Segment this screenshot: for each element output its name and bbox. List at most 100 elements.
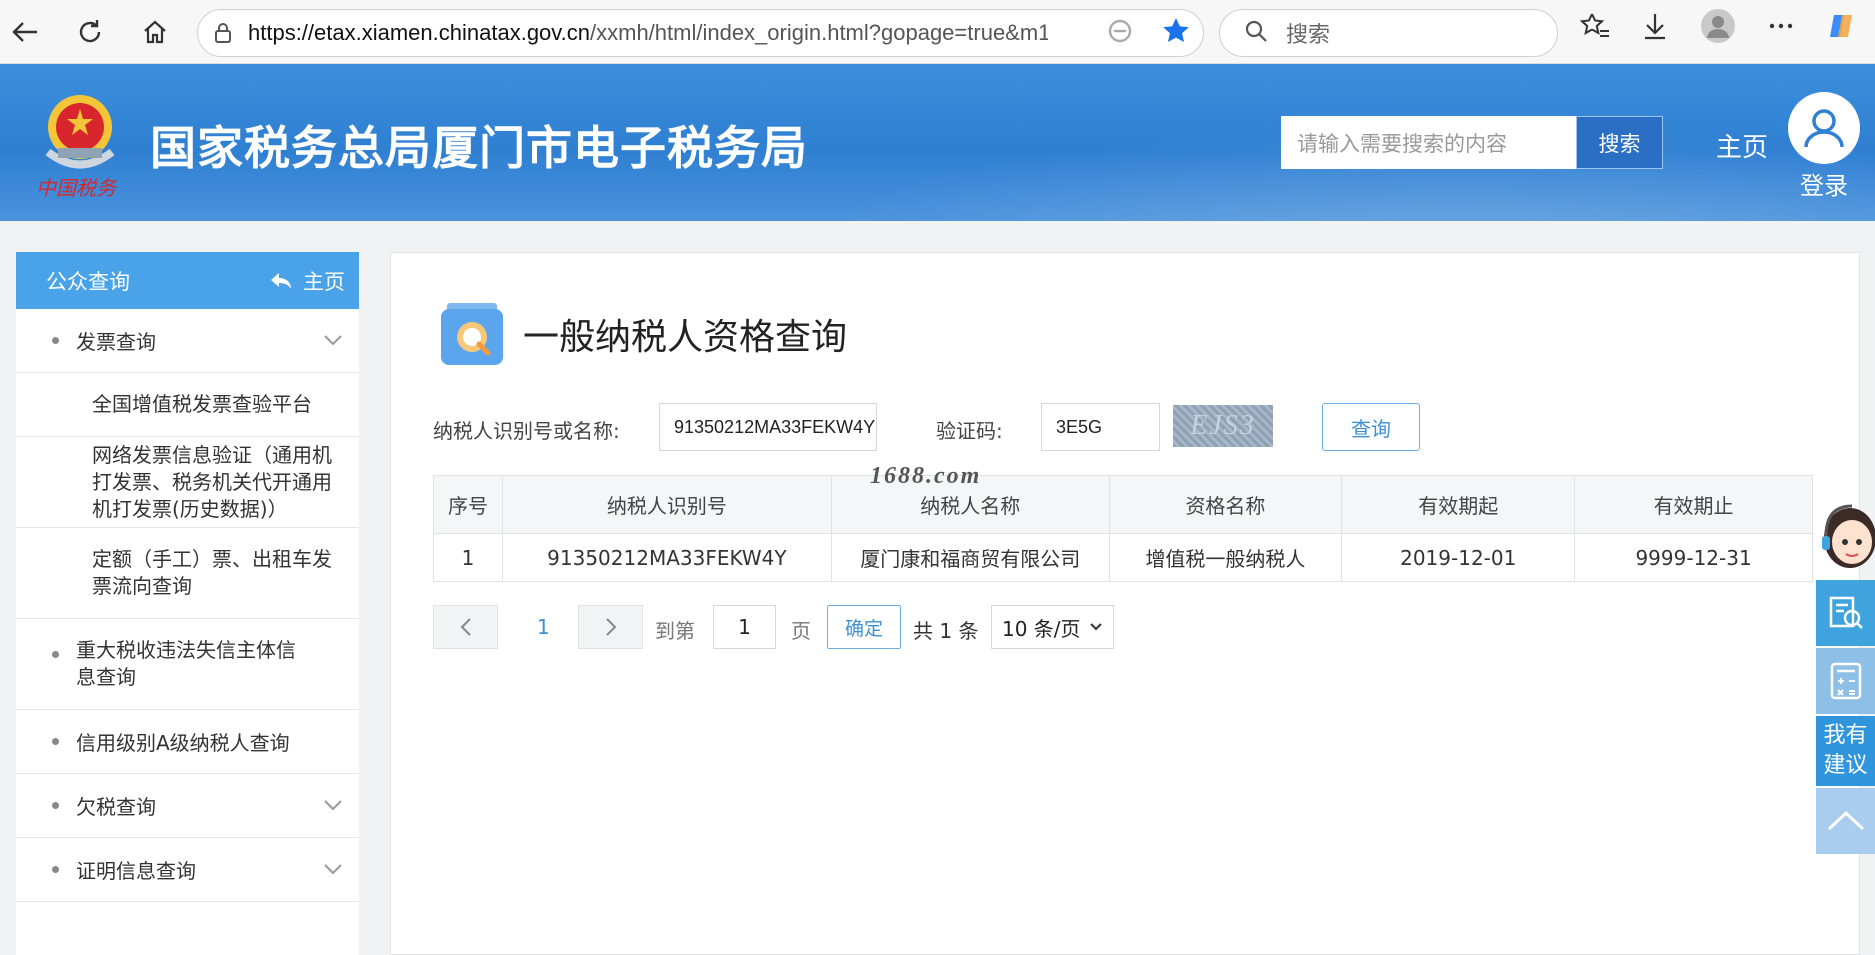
- sidebar-item-network-invoice-verify[interactable]: 网络发票信息验证（通用机打发票、税务机关代开通用机打发票(历史数据)）: [16, 437, 359, 528]
- sidebar-header: 公众查询 主页: [16, 252, 359, 309]
- bullet-icon: [52, 651, 59, 658]
- sidebar-item-tax-arrears[interactable]: 欠税查询: [16, 774, 359, 838]
- header-home-link[interactable]: 主页: [1716, 127, 1768, 164]
- page-size-value[interactable]: 10 条/页: [1002, 613, 1081, 642]
- copilot-icon[interactable]: [1826, 11, 1856, 45]
- login-label[interactable]: 登录: [1788, 166, 1860, 201]
- sidebar-item-quota-invoice-flow[interactable]: 定额（手工）票、出租车发票流向查询: [16, 528, 359, 619]
- site-search-button[interactable]: 搜索: [1576, 116, 1663, 169]
- col-header: 有效期起: [1341, 475, 1576, 534]
- suggestion-label-line2[interactable]: 建议: [1823, 751, 1867, 781]
- suggestion-button[interactable]: 我有 建议: [1816, 716, 1875, 786]
- col-header: 资格名称: [1108, 475, 1343, 534]
- next-page-button[interactable]: [578, 605, 643, 649]
- address-bar[interactable]: https://etax.xiamen.chinatax.gov.cn/xxmh…: [197, 9, 1204, 57]
- chevron-down-icon: [324, 799, 342, 810]
- sidebar-item-label[interactable]: 发票查询: [76, 326, 156, 355]
- url-host: https://etax.xiamen.chinatax.gov.cn: [248, 20, 590, 45]
- sidebar-item-label[interactable]: 重大税收违法失信主体信息查询: [76, 637, 299, 691]
- sidebar-item-label[interactable]: 定额（手工）票、出租车发票流向查询: [92, 546, 347, 600]
- download-icon[interactable]: [1640, 11, 1670, 45]
- profile-avatar-icon[interactable]: [1700, 8, 1736, 48]
- browser-search-placeholder: 搜索: [1286, 23, 1331, 48]
- sidebar-item-tax-violation[interactable]: 重大税收违法失信主体信息查询: [16, 619, 359, 710]
- page-title: 一般纳税人资格查询: [523, 317, 848, 358]
- more-options-icon[interactable]: [1766, 11, 1796, 45]
- login-button[interactable]: 登录: [1788, 92, 1860, 201]
- bullet-icon: [52, 865, 59, 873]
- site-search-input[interactable]: 请输入需要搜索的内容: [1281, 116, 1576, 169]
- query-form: 纳税人识别号或名称: 91350212MA33FEKW4Y 验证码: 3E5G …: [433, 403, 1420, 451]
- sidebar-item-label[interactable]: 欠税查询: [76, 791, 156, 820]
- table-header-row: 序号 纳税人识别号 纳税人名称 资格名称 有效期起 有效期止: [433, 475, 1813, 534]
- chevron-left-icon: [460, 618, 471, 636]
- chevron-down-icon: [324, 863, 342, 874]
- sidebar-title: 公众查询: [46, 269, 130, 294]
- suggestion-label-line1[interactable]: 我有: [1823, 721, 1867, 751]
- floating-toolbar: 我有 建议: [1816, 498, 1875, 854]
- sidebar-item-certificate-query[interactable]: 证明信息查询: [16, 838, 359, 902]
- sidebar-item-label[interactable]: 网络发票信息验证（通用机打发票、税务机关代开通用机打发票(历史数据)）: [92, 442, 347, 523]
- bullet-icon: [52, 801, 59, 809]
- reply-arrow-icon: [271, 272, 291, 289]
- captcha-image[interactable]: EJS3: [1173, 405, 1273, 447]
- back-icon[interactable]: [0, 7, 50, 57]
- national-emblem-logo[interactable]: 中国税务: [30, 82, 126, 202]
- translate-icon[interactable]: [1105, 16, 1135, 50]
- customer-service-avatar-icon[interactable]: [1816, 498, 1875, 578]
- table-cell: 1: [433, 533, 503, 582]
- prev-page-button[interactable]: [433, 605, 498, 649]
- goto-confirm-button[interactable]: 确定: [827, 605, 901, 649]
- chevron-up-icon: [1827, 810, 1864, 831]
- site-title: 国家税务总局厦门市电子税务局: [150, 121, 808, 175]
- search-document-icon: [439, 301, 505, 367]
- sidebar-home-link[interactable]: 主页: [269, 266, 345, 296]
- col-header: 纳税人识别号: [501, 475, 832, 534]
- page-size-select[interactable]: 10 条/页: [991, 605, 1114, 649]
- consult-icon[interactable]: [1816, 580, 1875, 646]
- home-icon[interactable]: [130, 7, 180, 57]
- emblem-signature: 中国税务: [36, 178, 118, 200]
- lock-icon[interactable]: [198, 22, 248, 44]
- sidebar-item-invoice-query[interactable]: 发票查询: [16, 309, 359, 373]
- reload-icon[interactable]: [65, 7, 115, 57]
- url-text: https://etax.xiamen.chinatax.gov.cn/xxmh…: [248, 20, 1048, 46]
- total-count: 共 1 条: [913, 619, 979, 643]
- calculator-icon[interactable]: [1816, 648, 1875, 714]
- bullet-icon: [52, 737, 59, 745]
- sidebar-item-vat-invoice-platform[interactable]: 全国增值税发票查验平台: [16, 373, 359, 437]
- current-page-number[interactable]: 1: [537, 615, 550, 639]
- pagination: 1 到第 1 页 确定 共 1 条 10 条/页: [433, 605, 1333, 649]
- goto-page-input[interactable]: 1: [713, 605, 776, 649]
- taxpayer-id-input[interactable]: 91350212MA33FEKW4Y: [659, 403, 877, 451]
- col-header: 序号: [433, 475, 503, 534]
- sidebar-item-label[interactable]: 全国增值税发票查验平台: [92, 391, 312, 418]
- table-row: 1 91350212MA33FEKW4Y 厦门康和福商贸有限公司 增值税一般纳税…: [433, 533, 1813, 582]
- user-icon[interactable]: [1788, 92, 1860, 164]
- sidebar-item-credit-a-taxpayer[interactable]: 信用级别A级纳税人查询: [16, 710, 359, 774]
- query-button[interactable]: 查询: [1322, 403, 1420, 451]
- goto-label: 到第: [655, 619, 695, 643]
- favorites-list-icon[interactable]: [1579, 11, 1610, 45]
- table-cell: 增值税一般纳税人: [1108, 533, 1343, 582]
- sidebar-home-label[interactable]: 主页: [303, 266, 345, 296]
- table-cell: 9999-12-31: [1574, 533, 1813, 582]
- browser-search-box[interactable]: 搜索: [1219, 9, 1558, 57]
- col-header: 有效期止: [1574, 475, 1813, 534]
- sidebar-item-label[interactable]: 证明信息查询: [76, 855, 196, 884]
- chevron-right-icon: [605, 618, 616, 636]
- result-table: 序号 纳税人识别号 纳税人名称 资格名称 有效期起 有效期止 1 9135021…: [433, 475, 1813, 582]
- captcha-label: 验证码:: [936, 419, 1003, 443]
- bullet-icon: [52, 336, 59, 344]
- back-to-top-button[interactable]: [1816, 788, 1875, 854]
- watermark: 1688.com: [870, 463, 982, 489]
- sidebar-item-label[interactable]: 信用级别A级纳税人查询: [76, 727, 290, 756]
- search-icon: [1244, 19, 1268, 47]
- captcha-input[interactable]: 3E5G: [1041, 403, 1160, 451]
- table-cell: 厦门康和福商贸有限公司: [830, 533, 1110, 582]
- site-search[interactable]: 请输入需要搜索的内容 搜索: [1281, 116, 1663, 169]
- favorite-star-icon[interactable]: [1161, 16, 1191, 50]
- table-cell: 2019-12-01: [1341, 533, 1576, 582]
- taxpayer-label: 纳税人识别号或名称:: [433, 419, 620, 443]
- url-path: /xxmh/html/index_origin.html?gopage=true…: [590, 20, 1048, 45]
